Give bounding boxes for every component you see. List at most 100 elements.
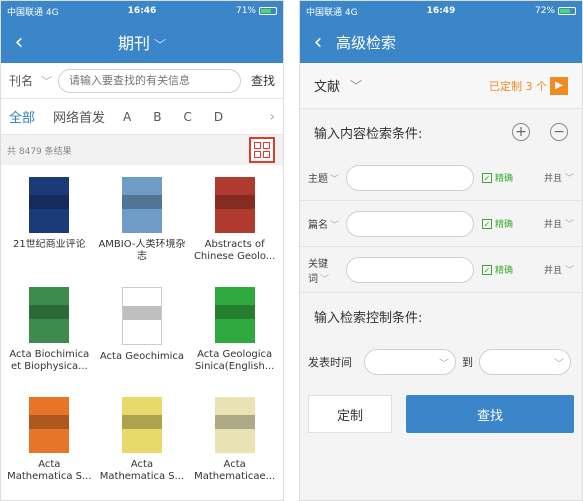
filter-tabs: 全部 网络首发 A B C D › [1,99,283,135]
tab-online-first[interactable]: 网络首发 [53,107,105,126]
advanced-search-screen: 中国联通 4G 16:49 72% ‹ 高级检索 文献 ﹀ 已定制 3 个 ▶ … [299,0,583,501]
chevron-down-icon: ﹀ [154,38,167,52]
condition-input[interactable] [346,164,474,191]
journal-item[interactable]: Abstracts of Chinese Geolo... [188,165,281,275]
journal-title: AMBIO-人类环境杂志 [98,239,186,262]
journal-grid: 21世纪商业评论 AMBIO-人类环境杂志 Abstracts of Chinese… [1,165,283,495]
nav-bar: ‹ 期刊 ﹀ [1,21,283,63]
chevron-down-icon: ﹀ [320,274,330,285]
journal-item[interactable]: 21世纪商业评论 [3,165,96,275]
date-to-label: 到 [462,356,473,369]
remove-condition-icon[interactable]: − [550,123,568,141]
journal-cover [121,177,162,233]
precise-checkbox[interactable]: ✓ 精确 [482,263,513,276]
check-icon: ✓ [482,264,492,275]
condition-field-select[interactable]: 篇名 ﹀ [308,216,346,231]
condition-field-select[interactable]: 主题 ﹀ [308,170,346,185]
journal-cover [29,287,70,343]
journal-title: 21世纪商业评论 [12,239,86,250]
condition-input[interactable] [346,256,474,283]
doc-type-row[interactable]: 文献 ﹀ 已定制 3 个 ▶ [300,63,582,109]
customized-count[interactable]: 已定制 3 个 [489,78,547,94]
journal-title: Abstracts of Chinese Geolo... [193,239,276,262]
condition-row: 主题 ﹀ ✓ 精确 并且 ﹀ [300,155,582,201]
result-count: 共 8479 条结果 [7,146,72,157]
journal-title: Acta Mathematica S... [7,459,92,482]
chevron-left-icon[interactable]: ‹ [1,21,37,63]
status-bar: 中国联通 4G 16:49 72% [300,1,582,21]
play-icon[interactable]: ▶ [550,76,568,95]
date-to-select[interactable]: ﹀ [479,349,571,375]
journal-item[interactable]: Acta Mathematicae... [188,385,281,495]
status-time: 16:49 [426,6,456,16]
chevron-down-icon[interactable]: ﹀ [350,77,362,94]
check-icon: ✓ [482,172,492,183]
check-icon: ✓ [482,218,492,229]
result-count-bar: 共 8479 条结果 [1,135,283,165]
chevron-down-icon: ﹀ [554,359,564,370]
search-field-type[interactable]: 刊名 [9,72,41,89]
tab-letter-d[interactable]: D [214,110,223,124]
search-row: 刊名 ﹀ 查找 [1,63,283,99]
chevron-down-icon: ﹀ [564,266,574,276]
status-bar: 中国联通 4G 16:46 71% [1,1,283,21]
page-title: 期刊 [117,34,150,53]
logic-select[interactable]: 并且 ﹀ [544,217,574,230]
chevron-down-icon: ﹀ [564,220,574,230]
publish-date-label: 发表时间 [308,356,352,369]
chevron-left-icon[interactable]: ‹ [300,21,336,63]
grid-view-icon[interactable] [249,137,275,163]
journal-cover [214,177,255,233]
find-button[interactable]: 查找 [406,395,574,433]
search-input[interactable] [58,68,241,93]
condition-row: 关键词 ﹀ ✓ 精确 并且 ﹀ [300,247,582,293]
precise-checkbox[interactable]: ✓ 精确 [482,217,513,230]
chevron-right-icon[interactable]: › [269,109,275,125]
tab-letter-c[interactable]: C [183,110,191,124]
journal-title: Acta Geochimica [99,351,185,362]
customize-button[interactable]: 定制 [308,395,392,433]
battery-icon [259,7,277,15]
journal-item[interactable]: Acta Geologica Sinica(English... [188,275,281,385]
control-conditions-title: 输入检索控制条件: [300,293,582,339]
condition-list: 主题 ﹀ ✓ 精确 并且 ﹀ 篇名 ﹀ ✓ 精确 并且 ﹀ 关键词 ﹀ ✓ 精确 并且 ﹀ [300,155,582,293]
logic-select[interactable]: 并且 ﹀ [544,263,574,276]
journal-item[interactable]: Acta Biochimica et Biophysica... [3,275,96,385]
chevron-down-icon: ﹀ [330,221,340,231]
search-button[interactable]: 查找 [251,72,275,89]
chevron-down-icon: ﹀ [564,174,574,184]
chevron-down-icon: ﹀ [330,175,340,185]
journal-cover [214,397,255,453]
condition-input[interactable] [346,210,474,237]
nav-bar: ‹ 高级检索 [300,21,582,63]
tab-letter-b[interactable]: B [153,110,161,124]
doc-type-select[interactable]: 文献 [314,76,340,95]
page-title: 高级检索 [336,33,397,52]
battery-icon [558,7,576,15]
journal-item[interactable]: Acta Mathematica S... [96,385,189,495]
chevron-down-icon[interactable]: ﹀ [41,73,52,89]
journal-cover [29,397,70,453]
journal-list-screen: 中国联通 4G 16:46 71% ‹ 期刊 ﹀ 刊名 ﹀ 查找 全部 网络首发 … [0,0,284,501]
journal-item[interactable]: Acta Geochimica [96,275,189,385]
journal-title: Acta Mathematicae... [194,459,276,482]
journal-title: Acta Biochimica et Biophysica... [9,349,90,372]
condition-row: 篇名 ﹀ ✓ 精确 并且 ﹀ [300,201,582,247]
condition-field-select[interactable]: 关键词 ﹀ [308,255,346,285]
content-conditions-title: 输入内容检索条件: + − [300,109,582,155]
journal-item[interactable]: AMBIO-人类环境杂志 [96,165,189,275]
precise-checkbox[interactable]: ✓ 精确 [482,171,513,184]
journal-cover [29,177,70,233]
logic-select[interactable]: 并且 ﹀ [544,171,574,184]
journal-item[interactable]: Acta Mathematica S... [3,385,96,495]
date-from-select[interactable]: ﹀ [364,349,456,375]
tab-letter-a[interactable]: A [123,110,131,124]
chevron-down-icon: ﹀ [439,359,449,370]
journal-title: Acta Mathematica S... [99,459,185,482]
tab-all[interactable]: 全部 [9,107,35,126]
add-condition-icon[interactable]: + [512,123,530,141]
journal-cover [121,397,162,453]
publish-date-row: 发表时间 ﹀ 到 ﹀ [300,339,582,385]
journal-cover [121,287,162,345]
journal-cover [214,287,255,343]
